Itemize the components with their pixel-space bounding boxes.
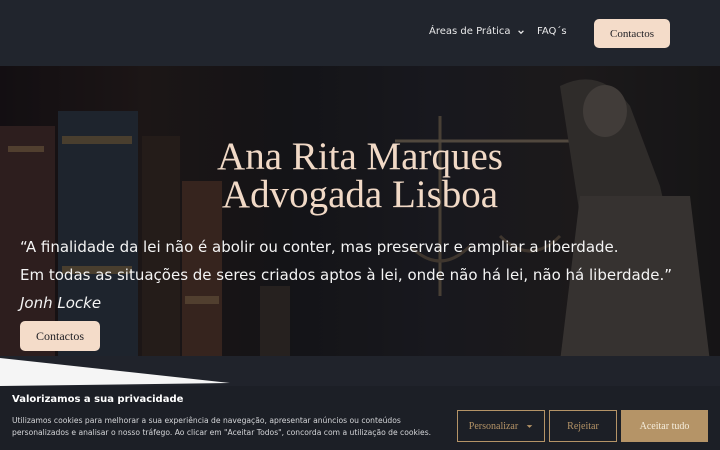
header-contact-button[interactable]: Contactos xyxy=(594,19,670,48)
nav-faqs[interactable]: FAQ´s xyxy=(537,26,567,37)
personalize-button[interactable]: Personalizar xyxy=(457,410,545,442)
quote-author: Jonh Locke xyxy=(20,294,102,312)
hero-title-line-2: Advogada Lisboa xyxy=(221,173,499,216)
hero-title: Ana Rita Marques Advogada Lisboa xyxy=(0,135,720,216)
chevron-down-icon xyxy=(517,29,524,34)
hero-quote-line-2: Em todas as situações de seres criados a… xyxy=(20,266,672,284)
cookie-title: Valorizamos a sua privacidade xyxy=(12,394,184,405)
hero-quote-line-1: “A finalidade da lei não é abolir ou con… xyxy=(20,238,619,256)
hero-title-line-1: Ana Rita Marques xyxy=(217,135,503,178)
reject-button[interactable]: Rejeitar xyxy=(549,410,617,442)
caret-down-icon xyxy=(526,424,533,428)
decorative-wedge xyxy=(0,358,230,386)
hero-section: Ana Rita Marques Advogada Lisboa xyxy=(0,66,720,362)
cookie-description: Utilizamos cookies para melhorar a sua e… xyxy=(12,416,432,437)
personalize-label: Personalizar xyxy=(468,420,519,432)
accept-all-button[interactable]: Aceitar tudo xyxy=(621,410,708,442)
nav-areas-label: Áreas de Prática xyxy=(429,26,511,37)
nav-areas-de-pratica[interactable]: Áreas de Prática xyxy=(429,26,525,37)
hero-contact-button[interactable]: Contactos xyxy=(20,321,100,351)
